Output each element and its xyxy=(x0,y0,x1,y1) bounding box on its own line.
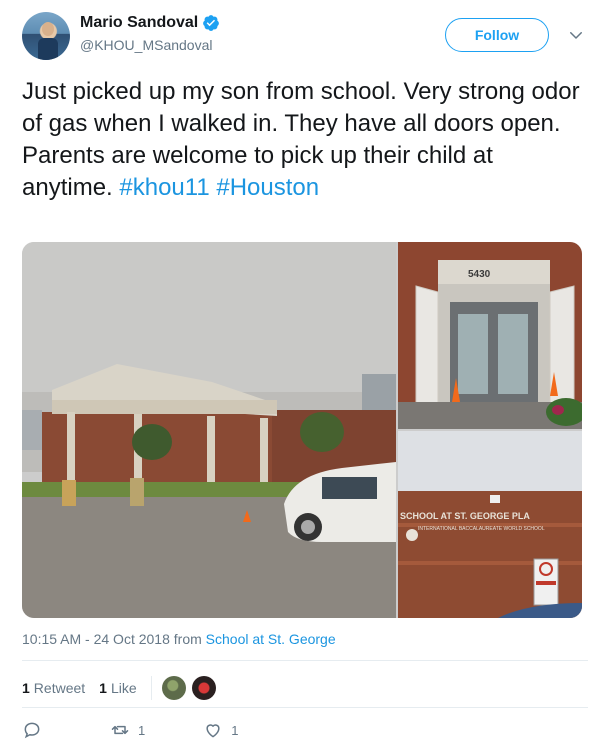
user-avatar[interactable] xyxy=(22,12,70,60)
retweet-count: 1 xyxy=(22,680,30,696)
like-stat-label: Like xyxy=(110,680,137,696)
retweet-icon xyxy=(111,725,129,735)
tweet-text: Just picked up my son from school. Very … xyxy=(22,76,588,204)
user-handle[interactable]: @KHOU_MSandoval xyxy=(80,37,213,53)
avatar-torso xyxy=(38,38,58,60)
school-sign-image: SCHOOL AT ST. GEORGE PLA INTERNATIONAL B… xyxy=(398,431,582,618)
media-grid: 5430 SCHOOL AT ST. GEORGE PLA INTERNATIO… xyxy=(22,242,582,618)
door-number: 5430 xyxy=(468,269,491,280)
tweet-stats: 1 Retweet 1 Like xyxy=(22,676,222,700)
tweet-meta: 10:15 AM - 24 Oct 2018 from School at St… xyxy=(22,631,336,647)
retweeter-avatar[interactable] xyxy=(191,676,216,700)
name-row: Mario Sandoval xyxy=(80,14,220,32)
divider-bottom xyxy=(22,707,588,708)
like-action[interactable]: 1 xyxy=(203,720,238,740)
follow-button[interactable]: Follow xyxy=(445,18,549,52)
tweet-header: Mario Sandoval @KHOU_MSandoval Follow xyxy=(22,12,588,64)
user-name[interactable]: Mario Sandoval xyxy=(80,14,198,32)
photo-school-building[interactable] xyxy=(22,242,396,618)
heart-icon xyxy=(206,724,220,738)
source-link[interactable]: School at St. George xyxy=(206,631,336,647)
chevron-down-icon[interactable] xyxy=(567,26,585,44)
like-action-count: 1 xyxy=(231,722,239,738)
stats-separator xyxy=(150,676,152,700)
school-doors-image: 5430 xyxy=(398,242,582,429)
hashtag-khou11[interactable]: #khou11 xyxy=(119,174,209,201)
action-bar: 1 1 xyxy=(22,720,238,740)
hashtag-houston[interactable]: #Houston xyxy=(216,174,319,201)
school-building-image xyxy=(22,242,396,618)
reply-icon xyxy=(24,722,40,739)
like-stat[interactable]: 1 Like xyxy=(99,680,136,696)
photo-school-doors[interactable]: 5430 xyxy=(398,242,582,429)
school-sign-subtext: INTERNATIONAL BACCALAUREATE WORLD SCHOOL xyxy=(418,526,545,532)
from-label: from xyxy=(173,631,202,647)
retweet-stat[interactable]: 1 Retweet xyxy=(22,680,85,696)
retweet-action-count: 1 xyxy=(138,722,146,738)
divider-top xyxy=(22,660,588,661)
avatar-head xyxy=(42,22,54,36)
timestamp[interactable]: 10:15 AM - 24 Oct 2018 xyxy=(22,631,170,647)
retweet-stat-label: Retweet xyxy=(33,680,86,696)
reply-action[interactable] xyxy=(22,720,50,740)
school-sign-text: SCHOOL AT ST. GEORGE PLA xyxy=(400,511,530,521)
photo-school-sign[interactable]: SCHOOL AT ST. GEORGE PLA INTERNATIONAL B… xyxy=(398,431,582,618)
retweet-action[interactable]: 1 xyxy=(110,720,145,740)
like-count: 1 xyxy=(99,680,107,696)
verified-badge-icon xyxy=(203,15,220,31)
liker-avatar[interactable] xyxy=(161,676,186,700)
